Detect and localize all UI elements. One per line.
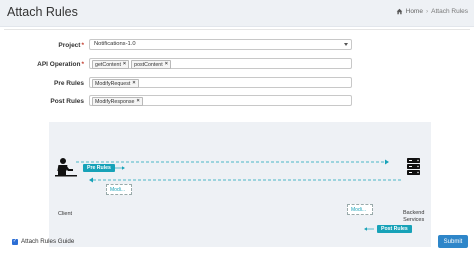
rules-flow-diagram: Pre Rules Post Rules Modi... Modi... Cli… [49,122,431,247]
close-icon[interactable]: × [136,98,139,105]
pre-rules-input[interactable]: ModifyRequest × [89,77,352,88]
pre-rules-label: Pre Rules [54,80,84,87]
post-rules-badge: Post Rules [377,225,412,233]
api-operation-input[interactable]: getContent × postContent × [89,58,352,69]
close-icon[interactable]: × [132,80,135,87]
server-icon [407,158,420,175]
arrow-left-icon [89,177,93,183]
request-rule-module: Modi... [106,184,132,195]
api-operation-tag: getContent × [92,60,130,69]
response-rule-module: Modi... [347,204,373,215]
breadcrumb-home-link[interactable]: Home [406,8,423,15]
attach-rules-guide-label: Attach Rules Guide [21,238,75,245]
required-mark: * [81,61,84,68]
project-label: Project* [58,42,84,49]
close-icon[interactable]: × [165,61,168,68]
client-icon [55,158,77,177]
home-icon [396,8,402,15]
backend-services-label: Backend Services [403,210,425,223]
arrow-left-icon [364,227,367,231]
required-mark: * [81,42,84,49]
page-header: Attach Rules Home › Attach Rules [0,0,474,27]
post-rules-label: Post Rules [50,98,84,105]
close-icon[interactable]: × [123,61,126,68]
submit-button[interactable]: Submit [438,235,468,248]
checkbox[interactable]: ✓ [12,238,18,245]
chevron-down-icon [344,43,348,46]
arrow-right-icon [385,159,389,165]
post-rules-tag: ModifyResponse × [92,97,143,106]
project-select-value: Notifications-1.0 [94,41,136,47]
pre-rules-tag: ModifyRequest × [92,79,139,88]
api-operation-tag: postContent × [131,60,171,69]
breadcrumb-current: Attach Rules [431,8,468,15]
arrow-right-icon [122,166,125,170]
attach-rules-card: Project* Notifications-1.0 API Operation… [4,29,470,252]
breadcrumb: Home › Attach Rules [396,8,468,15]
pre-rules-badge: Pre Rules [83,164,115,172]
api-operation-label: API Operation* [37,61,84,68]
attach-rules-guide-toggle[interactable]: ✓ Attach Rules Guide [12,238,74,245]
project-select[interactable]: Notifications-1.0 [89,39,352,50]
breadcrumb-separator: › [425,8,429,15]
client-label: Client [58,211,73,217]
page-title: Attach Rules [7,5,78,19]
post-rules-input[interactable]: ModifyResponse × [89,95,352,106]
